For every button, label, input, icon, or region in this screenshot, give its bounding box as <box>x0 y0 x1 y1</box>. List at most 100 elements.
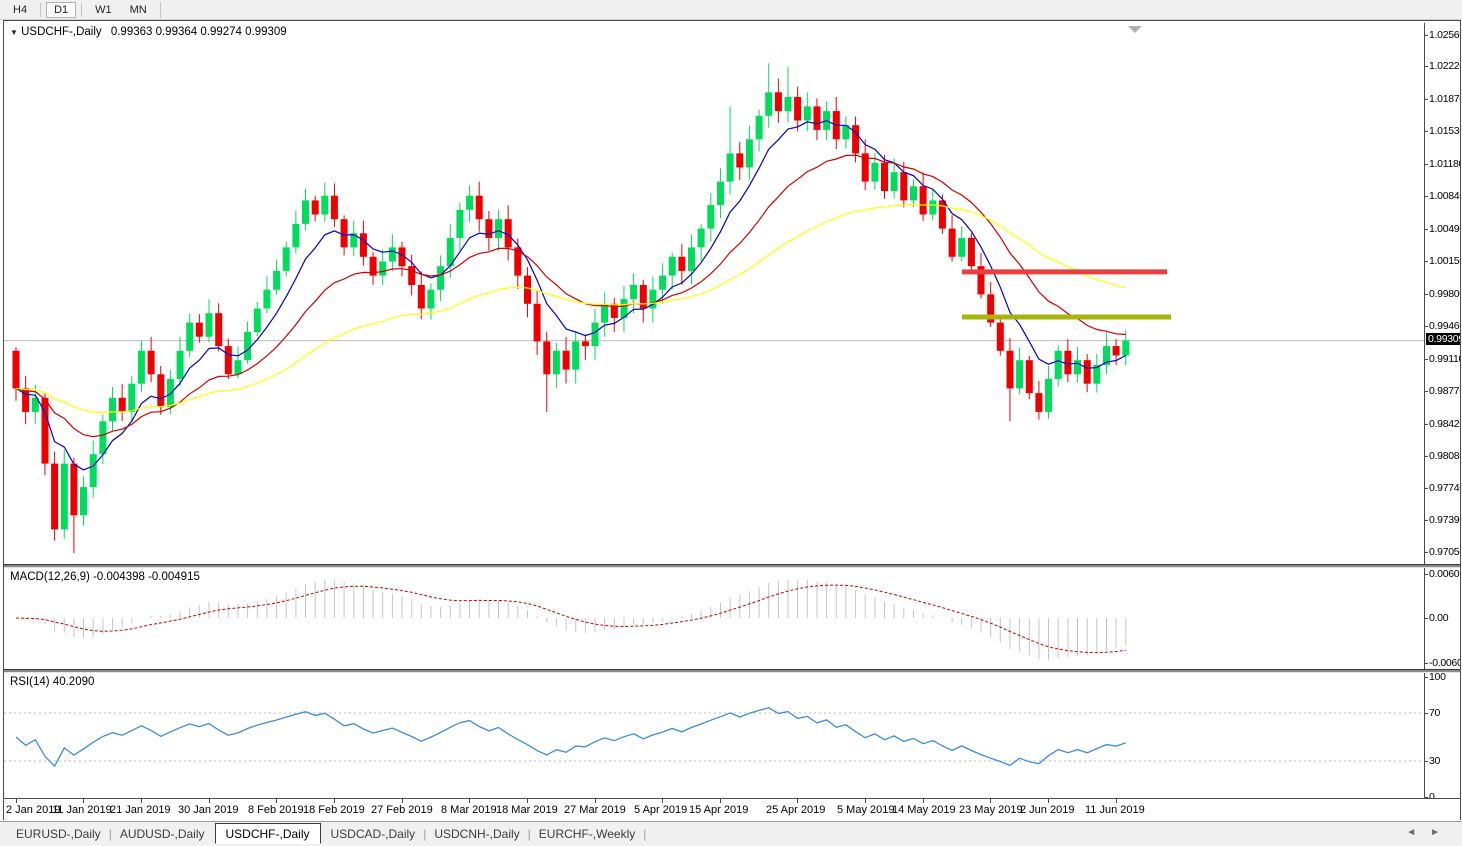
rsi-line <box>16 708 1126 766</box>
tab-scroll-right-arrow[interactable]: ► <box>1430 827 1454 838</box>
rsi-axis-label: 100 <box>1429 673 1446 683</box>
candle-body <box>379 262 386 276</box>
candle-body <box>669 257 676 276</box>
candle-body <box>1045 379 1052 412</box>
date-axis-label: 11 Jan 2019 <box>52 804 112 816</box>
fast-ma-line <box>16 121 1126 470</box>
tab-scroll-left-arrow[interactable]: ◄ <box>1406 827 1430 838</box>
chart-tab-usdchf[interactable]: USDCHF-,Daily <box>215 823 321 844</box>
candle-body <box>997 323 1004 351</box>
date-axis[interactable]: 2 Jan 201911 Jan 201921 Jan 201930 Jan 2… <box>4 798 1460 821</box>
candle-body <box>630 285 637 299</box>
date-axis-tick <box>865 799 866 803</box>
date-axis-tick <box>83 799 84 803</box>
candle-body <box>61 464 68 530</box>
candle-body <box>167 379 174 407</box>
tab-scroll-arrows: ◄► <box>1406 827 1454 838</box>
price-axis-label: 0.98080 <box>1429 450 1460 462</box>
date-axis-label: 27 Feb 2019 <box>371 804 433 816</box>
timeframe-button-mn[interactable]: MN <box>122 2 155 18</box>
date-axis-label: 15 Apr 2019 <box>689 804 748 816</box>
candle-body <box>157 374 164 407</box>
date-axis-label: 30 Jan 2019 <box>178 804 239 816</box>
candlestick-chart-canvas[interactable] <box>4 23 1424 564</box>
chart-tab-audusd[interactable]: AUDUSD-,Daily <box>110 825 215 843</box>
date-axis-tick <box>16 799 17 803</box>
date-axis-label: 2 Jun 2019 <box>1020 804 1074 816</box>
timeframe-button-w1[interactable]: W1 <box>87 2 120 18</box>
candle-body <box>1026 360 1033 393</box>
price-axis[interactable]: 1.025601.022201.018701.015301.011801.008… <box>1424 23 1460 564</box>
candle-body <box>225 346 232 374</box>
macd-chart-canvas[interactable] <box>4 568 1424 669</box>
chart-tab-usdcad[interactable]: USDCAD-,Daily <box>321 825 426 843</box>
candle-body <box>90 454 97 487</box>
date-axis-tick <box>990 799 991 803</box>
rsi-axis-tick <box>1425 761 1428 762</box>
candle-body <box>254 309 261 333</box>
candle-body <box>321 196 328 215</box>
candle-body <box>1016 360 1023 388</box>
price-axis-label: 1.02560 <box>1429 29 1460 41</box>
candle-body <box>341 219 348 247</box>
candle-body <box>80 487 87 515</box>
candle-body <box>698 229 705 248</box>
candle-body <box>534 304 541 342</box>
chart-symbol-label: USDCHF-,Daily <box>21 26 102 38</box>
candle-body <box>881 163 888 191</box>
chart-tab-bar: EURUSD-,Daily|AUDUSD-,DailyUSDCHF-,Daily… <box>0 821 1462 846</box>
price-axis-label: 0.98420 <box>1429 418 1460 430</box>
chart-tab-eurchf[interactable]: EURCHF-,Weekly <box>529 825 645 843</box>
slow-ma-line <box>16 205 1126 413</box>
mt4-chart-app: H4 D1 W1MN ▼ USDCHF-,Daily 0.99363 0.99364… <box>0 0 1462 846</box>
chart-shift-marker-icon[interactable] <box>1128 26 1142 33</box>
macd-axis[interactable]: 0.0060580.00-0.006096 <box>1424 568 1460 669</box>
candle-body <box>485 219 492 238</box>
candle-body <box>707 205 714 229</box>
timeframe-button-h4[interactable]: H4 <box>5 2 35 18</box>
price-axis-tick <box>1425 359 1428 360</box>
rsi-plot-area[interactable]: RSI(14) 40.2090 <box>4 673 1424 798</box>
candle-body <box>553 351 560 375</box>
candle-body <box>785 97 792 111</box>
timeframe-toolbar: H4 D1 W1MN <box>0 0 1462 20</box>
date-axis-tick <box>595 799 596 803</box>
main-plot-area[interactable]: ▼ USDCHF-,Daily 0.99363 0.99364 0.99274 … <box>4 23 1424 564</box>
chart-tab-usdcnh[interactable]: USDCNH-,Daily <box>424 825 529 843</box>
candle-body <box>283 247 290 271</box>
price-axis-tick <box>1425 35 1428 36</box>
date-axis-label: 27 Mar 2019 <box>564 804 626 816</box>
candle-body <box>408 266 415 285</box>
price-axis-tick <box>1425 391 1428 392</box>
candle-body <box>592 323 599 347</box>
date-axis-tick <box>276 799 277 803</box>
macd-plot-area[interactable]: MACD(12,26,9) -0.004398 -0.004915 <box>4 568 1424 669</box>
price-axis-tick <box>1425 261 1428 262</box>
mid-ma-line <box>16 155 1126 437</box>
symbol-dropdown-icon[interactable]: ▼ <box>10 28 18 37</box>
candle-body <box>659 276 666 290</box>
candle-body <box>804 106 811 120</box>
candle-body <box>900 172 907 200</box>
price-axis-label: 0.97390 <box>1429 514 1460 526</box>
candle-body <box>215 313 222 346</box>
price-axis-tick <box>1425 196 1428 197</box>
rsi-chart-canvas[interactable] <box>4 673 1424 798</box>
candle-body <box>929 200 936 214</box>
candle-body <box>456 210 463 238</box>
candle-body <box>524 276 531 304</box>
rsi-axis-tick <box>1425 713 1428 714</box>
candle-body <box>1035 393 1042 412</box>
date-axis-tick <box>797 799 798 803</box>
chart-tab-eurusd[interactable]: EURUSD-,Daily <box>6 825 111 843</box>
candle-body <box>852 125 859 153</box>
candle-body <box>794 97 801 121</box>
date-axis-label: 14 May 2019 <box>892 804 956 816</box>
rsi-axis[interactable]: 10070300 <box>1424 673 1460 798</box>
price-axis-tick <box>1425 456 1428 457</box>
chart-window: ▼ USDCHF-,Daily 0.99363 0.99364 0.99274 … <box>3 20 1461 820</box>
candle-body <box>736 153 743 167</box>
price-axis-tick <box>1425 488 1428 489</box>
timeframe-button-d1[interactable]: D1 <box>46 2 76 18</box>
macd-indicator-panel: MACD(12,26,9) -0.004398 -0.004915 0.0060… <box>4 568 1460 669</box>
